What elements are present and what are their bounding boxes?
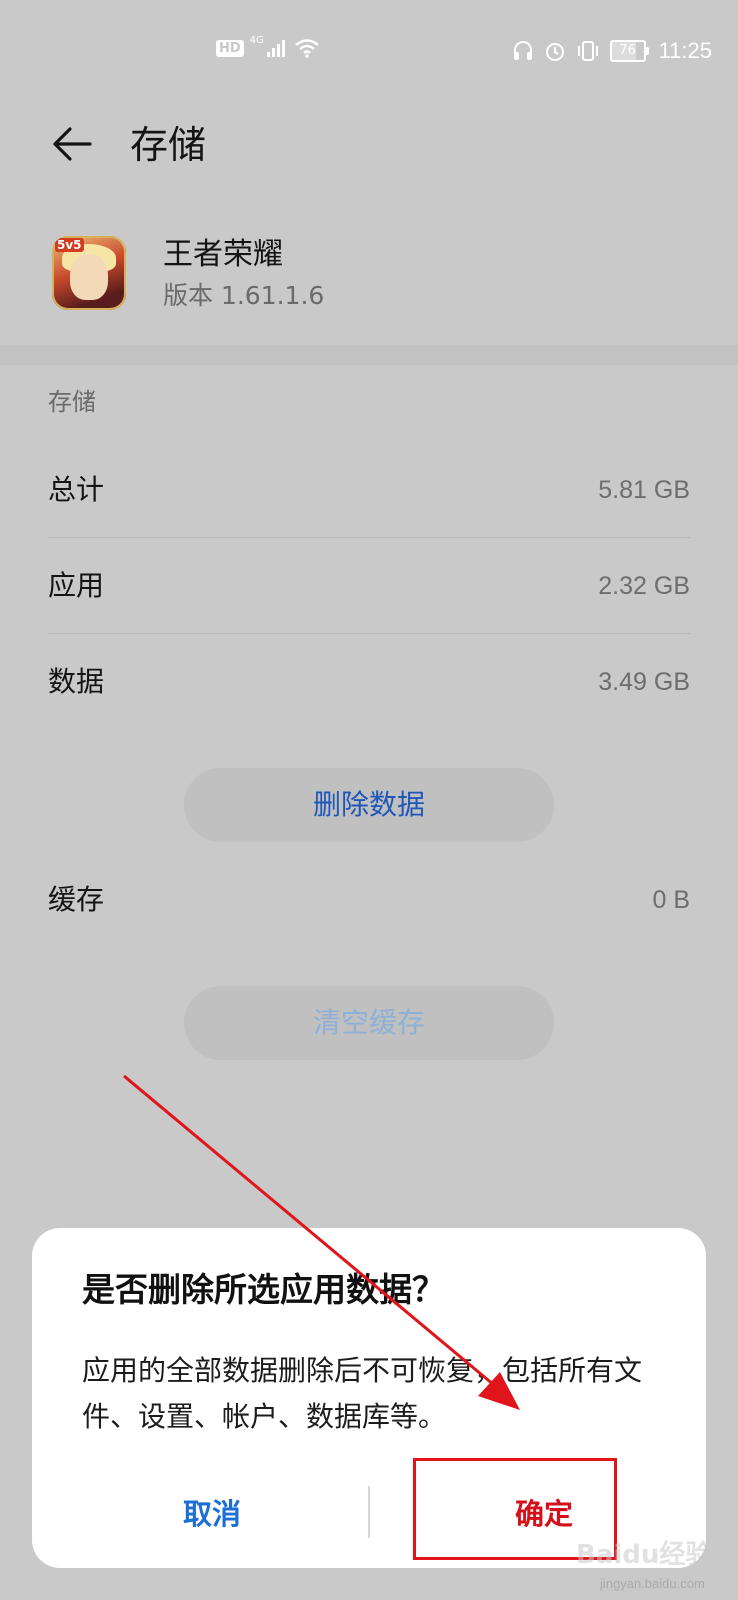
clear-cache-button[interactable]: 清空缓存 [184,986,554,1060]
row-value: 0 B [652,886,690,914]
clock: 11:25 [658,38,712,63]
app-name: 王者荣耀 [163,237,283,272]
row-label: 数据 [48,665,105,698]
cancel-button[interactable]: 取消 [112,1488,312,1540]
vibrate-icon [577,41,598,61]
network-type: 4G [249,34,264,46]
row-value: 2.32 GB [598,572,690,600]
row-label: 总计 [48,473,105,506]
watermark-brand: Baidu经验 [576,1540,712,1570]
dialog-title: 是否删除所选应用数据？ [82,1270,445,1309]
delete-data-button[interactable]: 删除数据 [184,768,554,842]
arrow-left-icon [53,127,92,161]
storage-row-data: 数据 3.49 GB [48,634,690,730]
storage-row-cache: 缓存 0 B [48,852,690,948]
row-label: 缓存 [48,883,105,916]
app-icon: 5v5 [52,236,126,310]
alarm-icon [545,43,564,61]
status-right: 76 11:25 [512,38,712,64]
wifi-icon [295,39,319,58]
battery-level: 76 [619,43,636,58]
storage-row-total: 总计 5.81 GB [48,442,690,538]
row-value: 3.49 GB [598,668,690,696]
storage-row-app: 应用 2.32 GB [48,538,690,634]
back-button[interactable] [48,118,100,170]
status-bar: HD 4G 76 11:25 [0,0,738,108]
headset-icon [513,41,532,60]
status-left: HD 4G [216,34,320,58]
row-value: 5.81 GB [598,476,690,504]
app-version: 版本 1.61.1.6 [163,281,325,310]
dialog-message: 应用的全部数据删除后不可恢复，包括所有文件、设置、帐户、数据库等。 [82,1354,643,1433]
row-label: 应用 [48,569,105,602]
signal-icon [266,40,285,57]
section-label-storage: 存储 [48,388,96,416]
section-divider [0,345,738,365]
button-divider [368,1486,370,1538]
page-title: 存储 [130,123,207,167]
app-icon-tag: 5v5 [55,238,84,252]
watermark-url: jingyan.baidu.com [600,1576,705,1591]
battery-icon: 76 [609,40,649,62]
hd-badge: HD [216,39,244,57]
